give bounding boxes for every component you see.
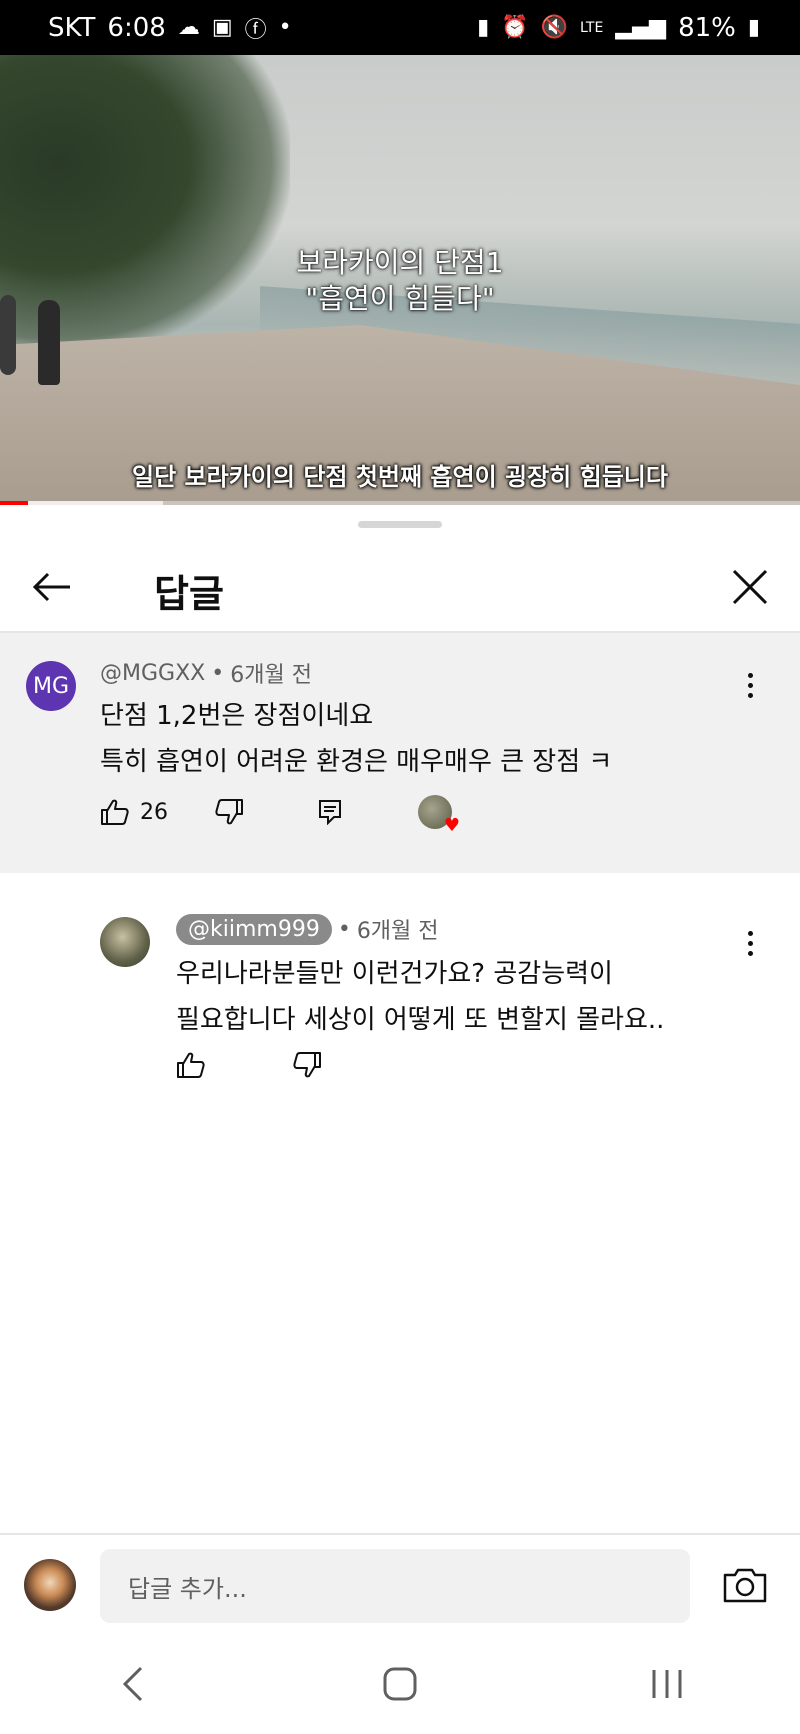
comment-meta: @kiimm999 • 6개월 전 — [176, 913, 439, 945]
nav-home-button[interactable] — [360, 1654, 440, 1714]
user-avatar — [24, 1559, 76, 1611]
home-icon — [383, 1667, 417, 1701]
battery-icon: ▮ — [747, 15, 760, 40]
chevron-left-icon — [123, 1666, 143, 1702]
comment-line: 필요합니다 세상이 어떻게 또 변할지 몰라요.. — [176, 1005, 665, 1035]
comment-author[interactable]: @MGGXX — [100, 661, 205, 686]
comment-time: 6개월 전 — [356, 919, 439, 944]
signal-icon: ▂▄▆ — [615, 15, 667, 40]
video-title-line1: 보라카이의 단점1 — [296, 246, 504, 279]
like-button[interactable]: 26 — [100, 798, 168, 826]
comment-line: 단점 1,2번은 장점이네요 — [100, 701, 374, 731]
nav-recents-button[interactable] — [627, 1654, 707, 1714]
mute-icon: 🔇 — [540, 15, 569, 40]
close-icon — [732, 569, 768, 605]
clock: 6:08 — [107, 12, 166, 43]
video-caption: 일단 보라카이의 단점 첫번째 흡연이 굉장히 힘듭니다 — [132, 463, 668, 491]
gallery-icon: ▣ — [211, 15, 233, 40]
carrier-label: SKT — [48, 12, 96, 43]
comment-line: 특히 흡연이 어려운 환경은 매우매우 큰 장점 ㅋ — [100, 747, 613, 777]
meta-separator: • — [337, 916, 351, 942]
comment-body: 단점 1,2번은 장점이네요 특히 흡연이 어려운 환경은 매우매우 큰 장점 … — [100, 693, 612, 785]
heart-icon: ♥ — [443, 815, 460, 836]
nav-back-button[interactable] — [93, 1654, 173, 1714]
comment-actions: 26 ♥ — [100, 795, 460, 835]
meta-separator: • — [211, 660, 225, 686]
facebook-icon: ⓕ — [244, 17, 267, 43]
notification-dot-icon: • — [278, 15, 292, 40]
like-count: 26 — [140, 799, 168, 825]
like-button[interactable] — [176, 1051, 206, 1079]
dislike-button[interactable] — [292, 1051, 322, 1079]
comment-meta: @MGGXX • 6개월 전 — [100, 657, 312, 689]
comment-actions — [176, 1051, 322, 1079]
thumbs-down-icon — [215, 799, 243, 825]
arrow-left-icon — [32, 572, 70, 602]
avatar[interactable] — [100, 917, 150, 967]
recents-icon — [652, 1670, 682, 1698]
reply-placeholder: 답글 추가... — [128, 1574, 247, 1603]
more-options-button[interactable] — [734, 921, 766, 965]
thumbs-up-icon — [101, 799, 129, 825]
video-overlay-title: 보라카이의 단점1 "흡연이 힘들다" — [0, 245, 800, 317]
video-player[interactable]: 보라카이의 단점1 "흡연이 힘들다" 일단 보라카이의 단점 첫번째 흡연이 … — [0, 55, 800, 505]
comment-line: 우리나라분들만 이런건가요? 공감능력이 — [176, 959, 613, 989]
drag-handle[interactable] — [358, 521, 442, 528]
reply-composer: 답글 추가... — [0, 1533, 800, 1633]
thumbs-down-icon — [293, 1052, 321, 1078]
reply-button[interactable] — [318, 799, 342, 825]
reply-comment: @kiimm999 • 6개월 전 우리나라분들만 이런건가요? 공감능력이 필… — [0, 897, 800, 1097]
network-type: LTE — [580, 19, 604, 36]
alarm-icon: ⏰ — [501, 15, 529, 40]
weather-icon: ☁ — [177, 15, 200, 40]
creator-heart-badge: ♥ — [418, 795, 460, 835]
comment-author[interactable]: @kiimm999 — [176, 913, 332, 945]
panel-title: 답글 — [154, 572, 224, 616]
reply-input[interactable]: 답글 추가... — [100, 1549, 690, 1623]
battery-percent: 81% — [678, 12, 736, 43]
camera-icon — [723, 1568, 767, 1603]
back-button[interactable] — [28, 563, 76, 611]
panel-header: 답글 — [0, 545, 800, 631]
comment-time: 6개월 전 — [230, 663, 312, 688]
close-button[interactable] — [726, 563, 774, 611]
more-options-button[interactable] — [734, 663, 766, 707]
battery-saver-icon: ▮ — [477, 15, 490, 40]
camera-button[interactable] — [722, 1565, 768, 1605]
parent-comment: MG @MGGXX • 6개월 전 단점 1,2번은 장점이네요 특히 흡연이 … — [0, 633, 800, 873]
comment-body: 우리나라분들만 이런건가요? 공감능력이 필요합니다 세상이 어떻게 또 변할지… — [176, 951, 664, 1043]
system-nav-bar — [0, 1634, 800, 1734]
comment-icon — [319, 800, 341, 825]
dislike-button[interactable] — [214, 798, 244, 826]
avatar[interactable]: MG — [26, 661, 76, 711]
avatar-initials: MG — [32, 673, 70, 699]
status-bar: SKT 6:08 ☁ ▣ ⓕ • ▮ ⏰ 🔇 LTE ▂▄▆ 81% ▮ — [0, 0, 800, 55]
thumbs-up-icon — [177, 1052, 205, 1078]
video-title-line2: "흡연이 힘들다" — [305, 282, 495, 315]
